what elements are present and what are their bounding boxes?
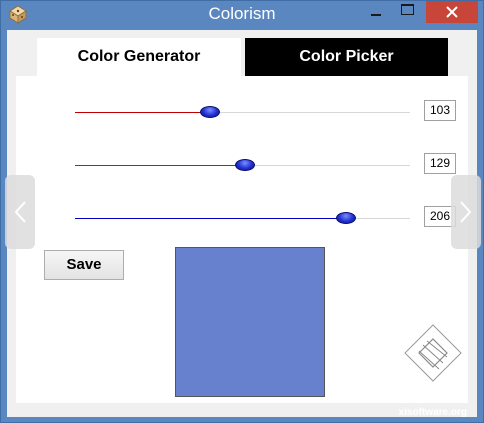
green-slider-thumb[interactable] (234, 159, 255, 171)
red-slider-row: 103 (16, 97, 468, 127)
tab-color-generator[interactable]: Color Generator (37, 38, 241, 76)
title-bar[interactable]: Colorism (1, 1, 483, 30)
color-preview-swatch (175, 247, 325, 397)
blue-slider-row: 206 (16, 203, 468, 233)
instaluj-watermark-logo (399, 323, 467, 387)
blue-slider-thumb[interactable] (335, 212, 356, 224)
tab-color-picker[interactable]: Color Picker (245, 38, 448, 76)
minimize-button[interactable] (363, 1, 391, 23)
close-icon (446, 6, 458, 18)
maximize-button[interactable] (393, 1, 421, 23)
save-button[interactable]: Save (44, 250, 124, 280)
site-watermark-text: xisoftware.org (398, 407, 467, 418)
chevron-left-icon (14, 201, 26, 223)
next-arrow-button[interactable] (451, 175, 481, 249)
blue-slider-fill (75, 218, 346, 219)
red-slider-thumb[interactable] (200, 106, 221, 118)
red-slider-fill (75, 112, 211, 113)
red-value-field[interactable]: 103 (424, 100, 456, 121)
green-slider-row: 129 (16, 150, 468, 180)
green-slider-fill (75, 165, 245, 166)
green-value-field[interactable]: 129 (424, 153, 456, 174)
instaluj-watermark-text: INSTALUJ.CZ (404, 391, 467, 402)
previous-arrow-button[interactable] (5, 175, 35, 249)
close-button[interactable] (426, 1, 478, 23)
app-window: Colorism Color Generator Color Picker 10… (0, 0, 484, 423)
chevron-right-icon (460, 201, 472, 223)
